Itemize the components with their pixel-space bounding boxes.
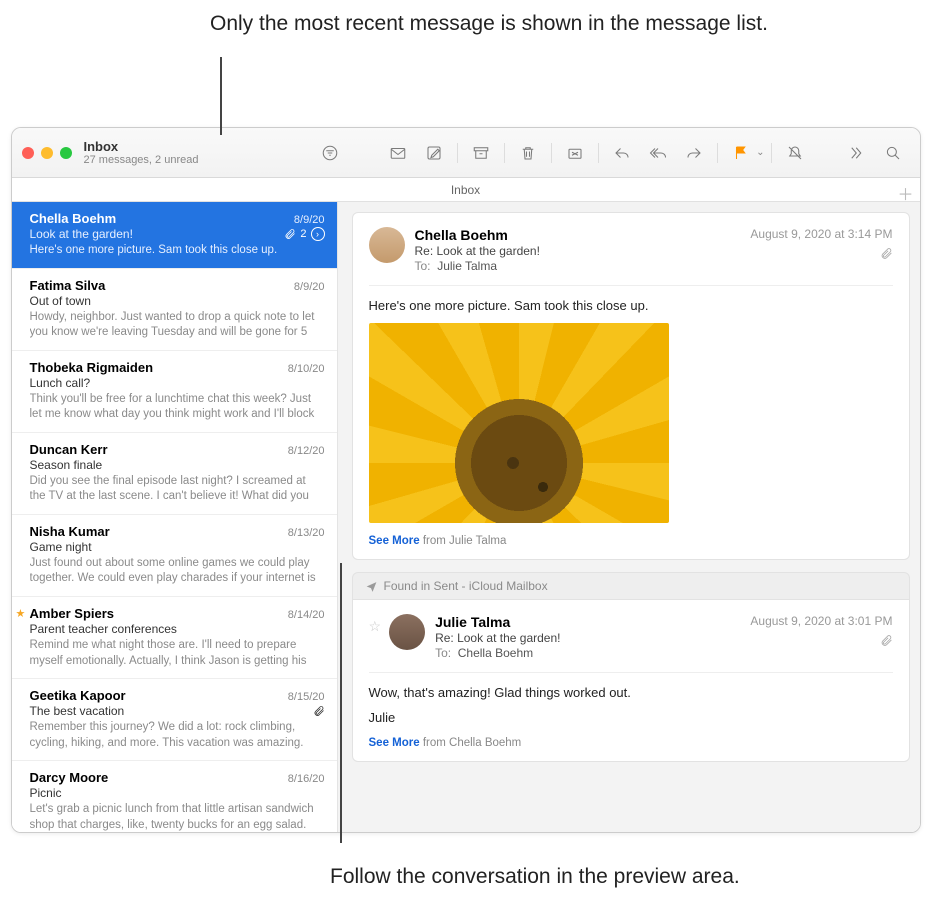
message-preview: Let's grab a picnic lunch from that litt… [30,802,325,832]
message-date: August 9, 2020 at 3:14 PM [750,227,892,241]
message-sender: Fatima Silva [30,278,106,293]
message-sender: Chella Boehm [30,211,117,226]
message-sender: Thobeka Rigmaiden [30,360,154,375]
chevron-icon: › [311,227,325,241]
message-date: 8/9/20 [294,281,325,293]
message-sender: Amber Spiers [30,606,115,621]
delete-button[interactable] [511,138,545,168]
thread-count: 2 [300,228,306,240]
message-row[interactable]: Darcy Moore 8/16/20 Picnic Let's grab a pic… [12,761,337,832]
mute-button[interactable] [778,138,812,168]
message-preview: Howdy, neighbor. Just wanted to drop a q… [30,310,325,341]
new-tab-button[interactable]: ＋ [897,181,913,205]
see-more-link[interactable]: See More from Julie Talma [369,535,893,547]
message-date: 8/16/20 [288,773,325,785]
message-subject: Picnic [30,786,62,800]
message-date: 8/12/20 [288,445,325,457]
message-date: 8/13/20 [288,527,325,539]
see-more-link[interactable]: See More from Chella Boehm [369,737,893,749]
minimize-window-button[interactable] [41,147,53,159]
message-subject: Out of town [30,294,91,308]
message-subject: The best vacation [30,704,125,718]
avatar [369,227,405,263]
message-row[interactable]: Fatima Silva 8/9/20 Out of town Howdy, neig… [12,269,337,351]
message-to: To: Chella Boehm [435,646,892,660]
message-preview: Just found out about some online games w… [30,556,325,587]
star-icon[interactable]: ☆ [369,618,382,635]
attachment-icon [284,228,296,240]
junk-button[interactable] [558,138,592,168]
message-row[interactable]: Nisha Kumar 8/13/20 Game night Just found o… [12,515,337,597]
preview-area[interactable]: August 9, 2020 at 3:14 PM Chella Boehm R… [338,202,920,832]
callout-top: Only the most recent message is shown in… [210,10,931,37]
message-subject: Look at the garden! [30,227,133,241]
message-row[interactable]: Duncan Kerr 8/12/20 Season finale Did you s… [12,433,337,515]
tab-bar: Inbox ＋ [12,178,920,202]
message-card: August 9, 2020 at 3:14 PM Chella Boehm R… [352,212,910,560]
found-in-strip: Found in Sent - iCloud Mailbox [352,572,910,600]
message-sender: Duncan Kerr [30,442,108,457]
message-row[interactable]: Thobeka Rigmaiden 8/10/20 Lunch call? Think… [12,351,337,433]
archive-button[interactable] [464,138,498,168]
get-mail-button[interactable] [381,138,415,168]
close-window-button[interactable] [22,147,34,159]
callout-line [340,563,342,843]
toolbar: Inbox 27 messages, 2 unread ⌄ [12,128,920,178]
message-list[interactable]: Chella Boehm 8/9/20 Look at the garden! 2 › H… [12,202,338,832]
flag-menu-chevron-icon[interactable]: ⌄ [756,147,764,158]
message-subject: Lunch call? [30,376,91,390]
message-sender: Nisha Kumar [30,524,110,539]
message-row[interactable]: Geetika Kapoor 8/15/20 The best vacation Re… [12,679,337,761]
message-subject: Parent teacher conferences [30,622,177,636]
traffic-lights [22,147,72,159]
message-preview: Remember this journey? We did a lot: roc… [30,720,325,751]
mail-window: Inbox 27 messages, 2 unread ⌄ [11,127,921,833]
message-subject: Game night [30,540,92,554]
message-date: 8/14/20 [288,609,325,621]
reply-all-button[interactable] [641,138,675,168]
message-body: Here's one more picture. Sam took this c… [369,285,893,547]
flag-button[interactable] [724,138,758,168]
message-sender: Darcy Moore [30,770,109,785]
message-date: 8/10/20 [288,363,325,375]
attachment-icon [313,705,325,717]
compose-button[interactable] [417,138,451,168]
message-sender: Geetika Kapoor [30,688,126,703]
message-preview: Remind me what night those are. I'll nee… [30,638,325,669]
message-preview: Here's one more picture. Sam took this c… [30,243,325,259]
message-preview: Think you'll be free for a lunchtime cha… [30,392,325,423]
mailbox-title: Inbox [84,139,199,154]
message-card: August 9, 2020 at 3:01 PM ☆ Julie Talma … [352,599,910,762]
window-title-block: Inbox 27 messages, 2 unread [84,139,199,166]
message-subject: Re: Look at the garden! [435,631,892,645]
message-date: 8/9/20 [294,214,325,226]
reply-button[interactable] [605,138,639,168]
message-date: August 9, 2020 at 3:01 PM [750,614,892,628]
tab-inbox[interactable]: Inbox [451,183,480,197]
message-row[interactable]: Chella Boehm 8/9/20 Look at the garden! 2 › H… [12,202,337,269]
attachment-icon [880,634,893,650]
avatar [389,614,425,650]
filter-button[interactable] [313,138,347,168]
message-body: Wow, that's amazing! Glad things worked … [369,672,893,749]
message-subject: Season finale [30,458,103,472]
more-toolbar-button[interactable] [840,138,874,168]
forward-button[interactable] [677,138,711,168]
message-subject: Re: Look at the garden! [415,244,893,258]
callout-line [220,57,222,135]
search-button[interactable] [876,138,910,168]
star-icon: ★ [16,607,26,620]
message-preview: Did you see the final episode last night… [30,474,325,505]
attachment-icon [880,247,893,263]
callout-bottom: Follow the conversation in the preview a… [330,863,931,890]
mailbox-status: 27 messages, 2 unread [84,154,199,166]
zoom-window-button[interactable] [60,147,72,159]
message-row[interactable]: ★ Amber Spiers 8/14/20 Parent teacher confe… [12,597,337,679]
attached-image[interactable] [369,323,669,523]
message-to: To: Julie Talma [415,259,893,273]
message-date: 8/15/20 [288,691,325,703]
